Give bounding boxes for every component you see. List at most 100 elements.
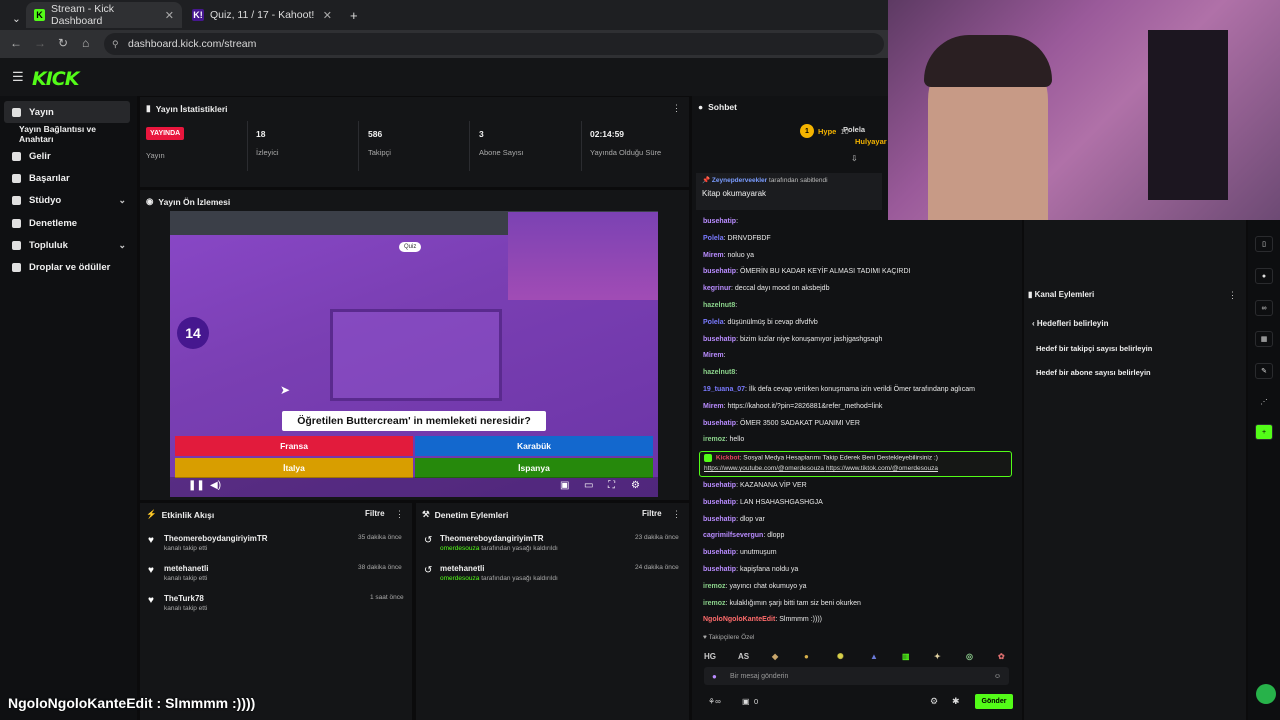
link-icon[interactable]: ∞ <box>1255 300 1273 316</box>
share-icon[interactable]: ⋰ <box>1255 394 1273 410</box>
site-info-icon[interactable]: ⚲ <box>112 39 119 50</box>
fullscreen-icon[interactable]: ⛶ <box>608 480 615 491</box>
sidebar-item-basarilar[interactable]: Başarılar <box>4 167 130 189</box>
tiktok-link[interactable]: https://www.tiktok.com/@omerdesouza <box>826 465 938 472</box>
url-input[interactable]: ⚲ dashboard.kick.com/stream <box>104 33 884 55</box>
chat-username[interactable]: Mirem <box>703 252 724 259</box>
theater-icon[interactable]: ▭ <box>584 480 593 491</box>
top-user-1[interactable]: Polela <box>843 125 865 134</box>
answer-blue[interactable]: Karabük <box>415 436 653 456</box>
chat-username[interactable]: cagrimilfsevergun <box>703 532 763 539</box>
follower-name[interactable]: metehanetli <box>164 564 208 573</box>
chat-input[interactable]: ● Bir mesaj gönderin ☺ <box>704 667 1009 685</box>
chat-username[interactable]: busehatip <box>703 499 736 506</box>
moderator-name[interactable]: omerdesouza <box>440 575 479 582</box>
new-tab-button[interactable]: + <box>342 2 366 28</box>
chat-username[interactable]: hazelnut8 <box>703 369 735 376</box>
chat-username[interactable]: kegrinur <box>703 285 731 292</box>
stream-preview-video[interactable]: Quiz 14 ➤ Öğretilen Buttercream' in meml… <box>170 211 658 497</box>
back-button[interactable]: ‹ Hedefleri belirleyin <box>1032 319 1109 328</box>
hype-train[interactable]: 1 Hype 10 <box>800 124 849 138</box>
emote-icon[interactable]: ▥ <box>902 652 910 661</box>
wrench-icon[interactable]: ✎ <box>1255 363 1273 379</box>
calendar-icon[interactable]: ▦ <box>1255 331 1273 347</box>
pinned-by-user[interactable]: Zeynepderveekler <box>712 177 767 184</box>
chat-username[interactable]: Polela <box>703 235 724 242</box>
emote-as[interactable]: AS <box>738 652 749 661</box>
pause-icon[interactable]: ❚❚ <box>188 480 205 491</box>
emoji-icon[interactable]: ☺ <box>994 673 1001 680</box>
gear-icon[interactable]: ⚙ <box>631 480 640 491</box>
chat-username[interactable]: busehatip <box>703 549 736 556</box>
chat-username[interactable]: Mirem <box>703 352 724 359</box>
chat-username[interactable]: hazelnut8 <box>703 302 735 309</box>
filter-button[interactable]: Filtre <box>642 509 662 518</box>
chat-username[interactable]: iremoz <box>703 436 726 443</box>
emote-hg[interactable]: HG <box>704 652 716 661</box>
users-icon[interactable]: ⚘∞ <box>708 697 721 706</box>
answer-red[interactable]: Fransa <box>175 436 413 456</box>
chat-username[interactable]: busehatip <box>703 482 736 489</box>
more-options-icon[interactable]: ⋮ <box>1228 290 1237 301</box>
chat-username[interactable]: Mirem <box>703 403 724 410</box>
home-icon[interactable]: ⌂ <box>82 36 89 50</box>
sidebar-item-topluluk[interactable]: Topluluk ⌄ <box>4 234 130 256</box>
emote-icon[interactable]: ◆ <box>772 652 778 661</box>
moderator-name[interactable]: omerdesouza <box>440 545 479 552</box>
tab-kahoot-quiz[interactable]: K! Quiz, 11 / 17 - Kahoot! ✕ <box>184 2 340 28</box>
answer-green[interactable]: İspanya <box>415 458 653 478</box>
emote-icon[interactable]: ▲ <box>870 652 878 661</box>
answer-yellow[interactable]: İtalya <box>175 458 413 478</box>
gear-icon[interactable]: ⚙ <box>930 696 938 707</box>
chat-username[interactable]: busehatip <box>703 218 736 225</box>
close-tab-icon[interactable]: ✕ <box>165 9 174 22</box>
kick-logo[interactable]: KICK <box>32 68 79 90</box>
sidebar-item-stream-key[interactable]: Yayın Bağlantısı ve Anahtarı <box>4 123 130 145</box>
add-widget-icon[interactable]: + <box>1255 424 1273 440</box>
pip-icon[interactable]: ▣ <box>560 480 569 491</box>
follower-name[interactable]: TheTurk78 <box>164 594 204 603</box>
close-tab-icon[interactable]: ✕ <box>323 9 332 22</box>
send-button[interactable]: Gönder <box>975 694 1013 709</box>
follower-name[interactable]: TheomereboydangiriyimTR <box>164 534 268 543</box>
more-options-icon[interactable]: ⋮ <box>672 509 681 520</box>
goal-subscriber-option[interactable]: Hedef bir abone sayısı belirleyin <box>1036 368 1151 377</box>
chat-username[interactable]: iremoz <box>703 583 726 590</box>
forward-arrow-icon[interactable]: → <box>34 36 46 50</box>
moderated-user[interactable]: metehanetli <box>440 564 484 573</box>
volume-icon[interactable]: ◀) <box>210 480 221 491</box>
chat-username[interactable]: busehatip <box>703 420 736 427</box>
chat-username[interactable]: 19_tuana_07 <box>703 386 745 393</box>
chat-username[interactable]: iremoz <box>703 600 726 607</box>
gift-icon[interactable]: ▣ <box>742 697 750 706</box>
phone-icon[interactable]: ▯ <box>1255 236 1273 252</box>
chat-username[interactable]: busehatip <box>703 336 736 343</box>
chat-username[interactable]: Polela <box>703 319 724 326</box>
emote-icon[interactable]: ● <box>804 652 809 661</box>
chat-username[interactable]: Kickbot <box>716 455 740 462</box>
chat-username[interactable]: busehatip <box>703 268 736 275</box>
menu-icon[interactable]: ☰ <box>12 69 24 85</box>
filter-button[interactable]: Filtre <box>365 509 385 518</box>
chat-icon[interactable]: ● <box>1255 268 1273 284</box>
sidebar-item-yayin[interactable]: Yayın <box>4 101 130 123</box>
emote-icon[interactable]: ✦ <box>934 652 941 661</box>
back-arrow-icon[interactable]: ← <box>10 36 22 50</box>
youtube-link[interactable]: https://www.youtube.com/@omerdesouza <box>704 465 824 472</box>
chat-username[interactable]: busehatip <box>703 516 736 523</box>
settings-icon[interactable]: ✱ <box>952 696 960 707</box>
goal-follower-option[interactable]: Hedef bir takipçi sayısı belirleyin <box>1036 344 1152 353</box>
emote-icon[interactable]: ✺ <box>837 652 844 661</box>
help-icon[interactable] <box>1256 684 1276 704</box>
chat-username[interactable]: busehatip <box>703 566 736 573</box>
sidebar-item-droplar[interactable]: Droplar ve ödüller <box>4 256 130 278</box>
moderated-user[interactable]: TheomereboydangiriyimTR <box>440 534 544 543</box>
emote-icon[interactable]: ✿ <box>998 652 1005 661</box>
tab-kick-dashboard[interactable]: K Stream - Kick Dashboard ✕ <box>26 2 182 28</box>
expand-icon[interactable]: ⇩ <box>851 154 858 163</box>
reload-icon[interactable]: ↻ <box>58 36 68 50</box>
mic-icon[interactable]: ● <box>712 672 717 681</box>
sidebar-item-denetleme[interactable]: Denetleme <box>4 212 130 234</box>
more-options-icon[interactable]: ⋮ <box>395 509 404 520</box>
sidebar-item-gelir[interactable]: Gelir <box>4 145 130 167</box>
